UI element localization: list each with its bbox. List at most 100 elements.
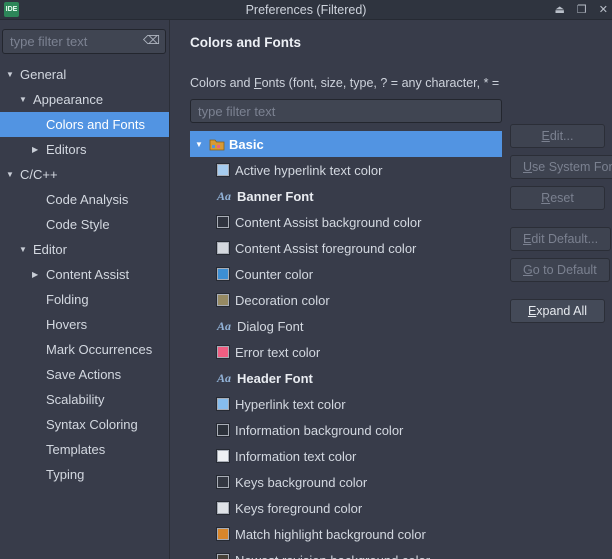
close-icon[interactable]: ✕ [599,1,608,19]
sidebar-item-label: Typing [46,467,85,482]
button-reset[interactable]: Reset [510,186,605,210]
sidebar-item-typing[interactable]: Typing [0,462,169,487]
collapse-arrow-icon[interactable]: ▼ [19,95,33,104]
sidebar-item-label: Colors and Fonts [46,117,145,132]
filter-description: Colors and Fonts (font, size, type, ? = … [190,76,502,90]
colors-and-fonts-panel: Colors and Fonts ← ▾ → ▾ ⋮ Colors and Fo… [170,20,502,559]
collapse-arrow-icon[interactable]: ▼ [19,245,33,254]
colors-and-fonts-tree: ▼ Basic Active hyperlink text color Aa Ban… [190,131,502,559]
item-label: Active hyperlink text color [235,162,383,178]
button-use-system-font[interactable]: Use System Font [510,155,612,179]
color-item-counter-color[interactable]: Counter color [190,261,502,287]
color-item-decoration-color[interactable]: Decoration color [190,287,502,313]
button-edit[interactable]: Edit... [510,124,605,148]
sidebar-item-label: Editor [33,242,67,257]
color-swatch [217,476,229,488]
sidebar-item-label: Code Analysis [46,192,129,207]
clear-filter-icon[interactable]: ⌫ [143,33,160,47]
sidebar-item-save-actions[interactable]: Save Actions [0,362,169,387]
color-swatch [217,450,229,462]
color-item-newest-revision-background-color[interactable]: Newest revision background color [190,547,502,559]
color-swatch [217,294,229,306]
expand-arrow-icon[interactable]: ▶ [32,145,46,154]
sidebar-item-content-assist[interactable]: ▶ Content Assist [0,262,169,287]
sidebar-filter-input[interactable] [2,29,166,54]
button-edit-default[interactable]: Edit Default... [510,227,612,251]
color-swatch [217,554,229,559]
item-label: Information text color [235,448,357,464]
item-label: Content Assist background color [235,214,422,230]
sidebar-item-mark-occurrences[interactable]: Mark Occurrences [0,337,169,362]
color-item-information-text-color[interactable]: Information text color [190,443,502,469]
item-label: Information background color [235,422,404,438]
color-swatch [217,242,229,254]
color-item-keys-background-color[interactable]: Keys background color [190,469,502,495]
sidebar-item-label: Templates [46,442,106,457]
color-swatch [217,424,229,436]
item-label: Error text color [235,344,321,360]
sidebar-item-label: Editors [46,142,87,157]
item-label: Header Font [237,370,313,386]
color-item-match-highlight-background-color[interactable]: Match highlight background color [190,521,502,547]
button-expand-all[interactable]: Expand All [510,299,605,323]
expand-arrow-icon[interactable]: ▶ [32,270,46,279]
window-title: Preferences (Filtered) [245,2,367,17]
sidebar-item-general[interactable]: ▼ General [0,62,169,87]
sidebar-item-syntax-coloring[interactable]: Syntax Coloring [0,412,169,437]
font-preview-icon: Aa [217,188,232,203]
sidebar-item-hovers[interactable]: Hovers [0,312,169,337]
sidebar-item-editor[interactable]: ▼ Editor [0,237,169,262]
color-item-content-assist-foreground-color[interactable]: Content Assist foreground color [190,235,502,261]
sidebar-item-label: Appearance [33,92,104,107]
app-icon: IDE [4,2,19,17]
preferences-window: IDE Preferences (Filtered) ⏏ ❐ ✕ ⌫ ▼Gene… [0,0,612,559]
sidebar-item-label: Save Actions [46,367,122,382]
item-label: Newest revision background color [235,553,430,559]
folder-icon [209,138,229,151]
color-item-hyperlink-text-color[interactable]: Hyperlink text color [190,391,502,417]
color-swatch [217,528,229,540]
sidebar-item-templates[interactable]: Templates [0,437,169,462]
sidebar-item-label: Folding [46,292,89,307]
color-swatch [217,398,229,410]
sidebar-item-label: C/C++ [20,167,58,182]
color-item-active-hyperlink-text-color[interactable]: Active hyperlink text color [190,157,502,183]
sidebar-item-scalability[interactable]: Scalability [0,387,169,412]
item-label: Match highlight background color [235,526,426,542]
sidebar-item-editors[interactable]: ▶ Editors [0,137,169,162]
collapse-arrow-icon[interactable]: ▼ [6,170,20,179]
color-swatch [217,216,229,228]
item-label: Hyperlink text color [235,396,346,412]
font-item-banner-font[interactable]: Aa Banner Font [190,183,502,209]
sidebar-item-label: Syntax Coloring [46,417,138,432]
colors-filter-input[interactable] [190,99,502,123]
page-title: Colors and Fonts [190,35,301,50]
color-item-keys-foreground-color[interactable]: Keys foreground color [190,495,502,521]
font-preview-icon: Aa [217,318,232,333]
sidebar-item-code-style[interactable]: Code Style [0,212,169,237]
color-item-content-assist-background-color[interactable]: Content Assist background color [190,209,502,235]
font-item-dialog-font[interactable]: Aa Dialog Font [190,313,502,339]
sidebar-item-code-analysis[interactable]: Code Analysis [0,187,169,212]
sidebar-item-c-c[interactable]: ▼ C/C++ [0,162,169,187]
shade-icon[interactable]: ⏏ [555,1,565,19]
maximize-icon[interactable]: ❐ [577,1,587,19]
font-preview-icon: Aa [217,370,232,385]
font-item-header-font[interactable]: Aa Header Font [190,365,502,391]
item-label: Keys background color [235,474,368,490]
color-swatch [217,346,229,358]
sidebar-item-label: Mark Occurrences [46,342,153,357]
color-item-information-background-color[interactable]: Information background color [190,417,502,443]
collapse-arrow-icon[interactable]: ▼ [6,70,20,79]
category-label: Basic [229,136,264,152]
collapse-arrow-icon[interactable]: ▼ [195,140,209,149]
sidebar-item-label: Scalability [46,392,105,407]
color-item-error-text-color[interactable]: Error text color [190,339,502,365]
sidebar-tree: ▼ General ▼ Appearance Colors and Fonts ▶ Edit… [0,62,169,487]
button-go-to-default[interactable]: Go to Default [510,258,610,282]
sidebar-item-appearance[interactable]: ▼ Appearance [0,87,169,112]
sidebar-item-colors-and-fonts[interactable]: Colors and Fonts [0,112,169,137]
sidebar-item-folding[interactable]: Folding [0,287,169,312]
tree-category-basic[interactable]: ▼ Basic [190,131,502,157]
titlebar: IDE Preferences (Filtered) ⏏ ❐ ✕ [0,0,612,20]
